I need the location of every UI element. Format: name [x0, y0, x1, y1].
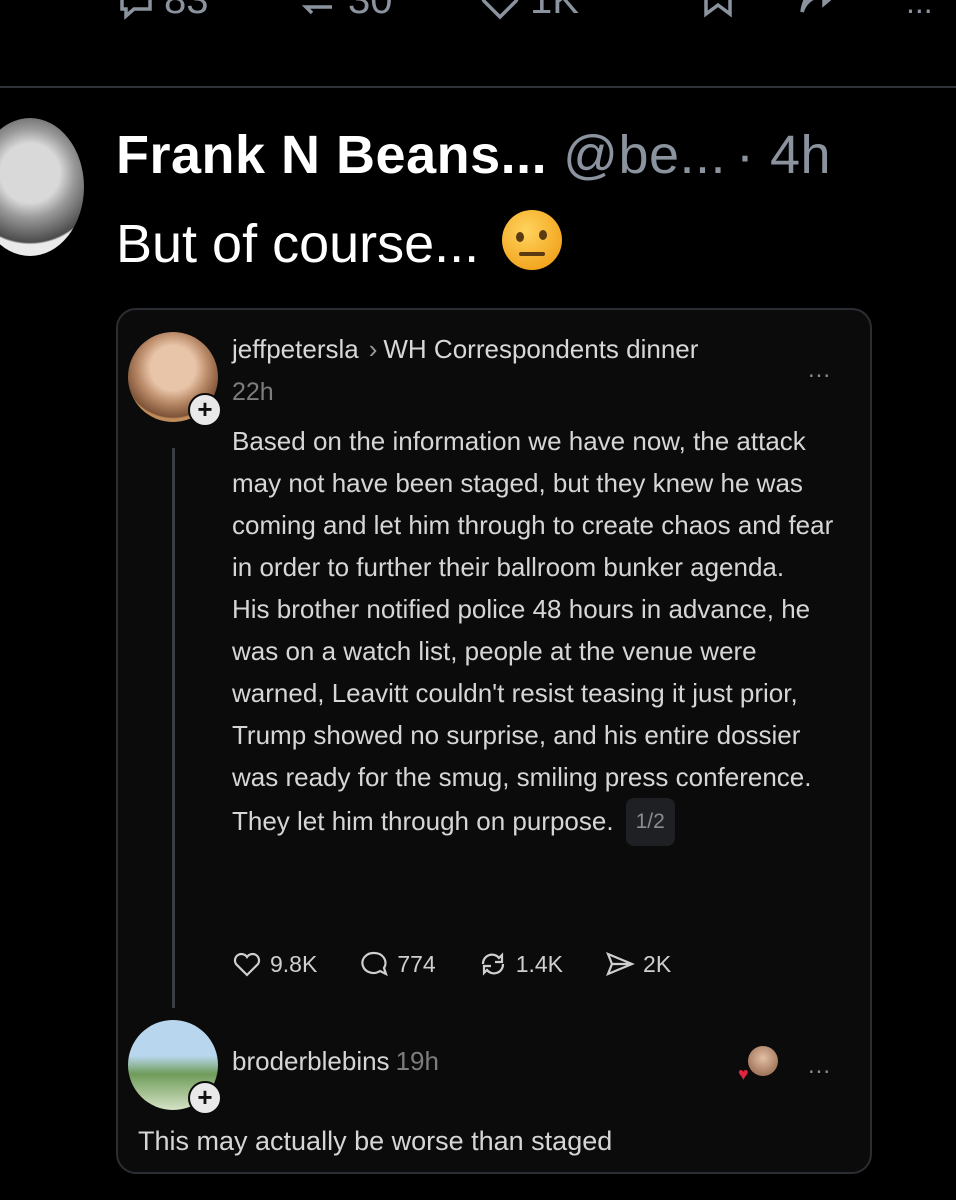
share-count: 2K	[643, 950, 672, 977]
more-options-button[interactable]: ...	[808, 356, 831, 384]
repost-count: 30	[348, 0, 393, 22]
chevron-right-icon: ›	[368, 334, 378, 364]
reply-time: 19h	[395, 1046, 439, 1076]
engagement-stats: 9.8K 774 1.4K 2K	[232, 950, 671, 978]
comment-icon	[120, 0, 152, 20]
post-text-content: But of course...	[116, 214, 480, 274]
paragraph-text: They let him through on purpose.	[232, 806, 614, 836]
comment-icon	[361, 951, 389, 977]
repost-action[interactable]: 30	[296, 0, 393, 23]
reply-text: This may actually be worse than staged	[138, 1126, 613, 1156]
avatar[interactable]	[0, 118, 84, 256]
repost-count: 1.4K	[515, 950, 564, 977]
repost-icon	[481, 952, 504, 976]
like-button[interactable]: 9.8K	[232, 950, 317, 978]
share-button[interactable]: 2K	[605, 950, 671, 978]
send-icon	[606, 951, 635, 977]
topic-tag[interactable]: WH Correspondents dinner	[383, 334, 698, 364]
more-options-button[interactable]: ...	[906, 0, 933, 21]
divider	[0, 86, 956, 88]
liked-by-avatar	[748, 1046, 778, 1076]
paragraph: They let him through on purpose. 1/2	[232, 798, 852, 846]
handle[interactable]: @be...	[563, 125, 726, 185]
like-count: 1K	[530, 0, 579, 22]
share-icon	[800, 0, 832, 13]
comment-button[interactable]: 774	[359, 950, 436, 978]
post-header: Frank N Beans... @be... · 4h	[116, 124, 831, 186]
share-action[interactable]	[798, 0, 842, 18]
repost-icon	[301, 4, 332, 14]
bookmark-action[interactable]	[700, 0, 736, 18]
repost-button[interactable]: 1.4K	[478, 950, 563, 978]
paragraph: His brother notified police 48 hours in …	[232, 594, 812, 792]
post-action-bar: 83 30 1K ...	[0, 0, 956, 42]
username[interactable]: jeffpetersla	[232, 334, 359, 364]
heart-icon	[233, 952, 261, 977]
comment-count: 774	[397, 950, 436, 977]
reply-count: 83	[164, 0, 209, 22]
heart-icon: ♥	[738, 1064, 749, 1084]
follow-plus-icon[interactable]: +	[188, 393, 222, 427]
like-count: 9.8K	[270, 950, 318, 977]
post-text: But of course...	[116, 210, 563, 275]
post-time: · 4h	[736, 125, 832, 185]
bookmark-icon	[704, 0, 732, 18]
username[interactable]: broderblebins	[232, 1046, 390, 1076]
raised-eyebrow-emoji-icon	[502, 210, 563, 270]
embedded-post-text: Based on the information we have now, th…	[232, 420, 852, 846]
heart-icon	[481, 0, 519, 19]
thread-line	[172, 448, 175, 1008]
reply-action[interactable]: 83	[116, 0, 209, 23]
thread-pager-badge: 1/2	[625, 798, 675, 846]
paragraph: Based on the information we have now, th…	[232, 426, 834, 582]
embedded-post-meta: jeffpetersla › WH Correspondents dinner	[232, 334, 698, 365]
reply-meta: broderblebins 19h	[232, 1046, 439, 1077]
like-action[interactable]: 1K	[478, 0, 579, 23]
display-name[interactable]: Frank N Beans...	[116, 125, 547, 185]
follow-plus-icon[interactable]: +	[188, 1081, 222, 1115]
more-options-button[interactable]: ...	[808, 1052, 831, 1080]
post-time: 22h	[232, 378, 274, 406]
